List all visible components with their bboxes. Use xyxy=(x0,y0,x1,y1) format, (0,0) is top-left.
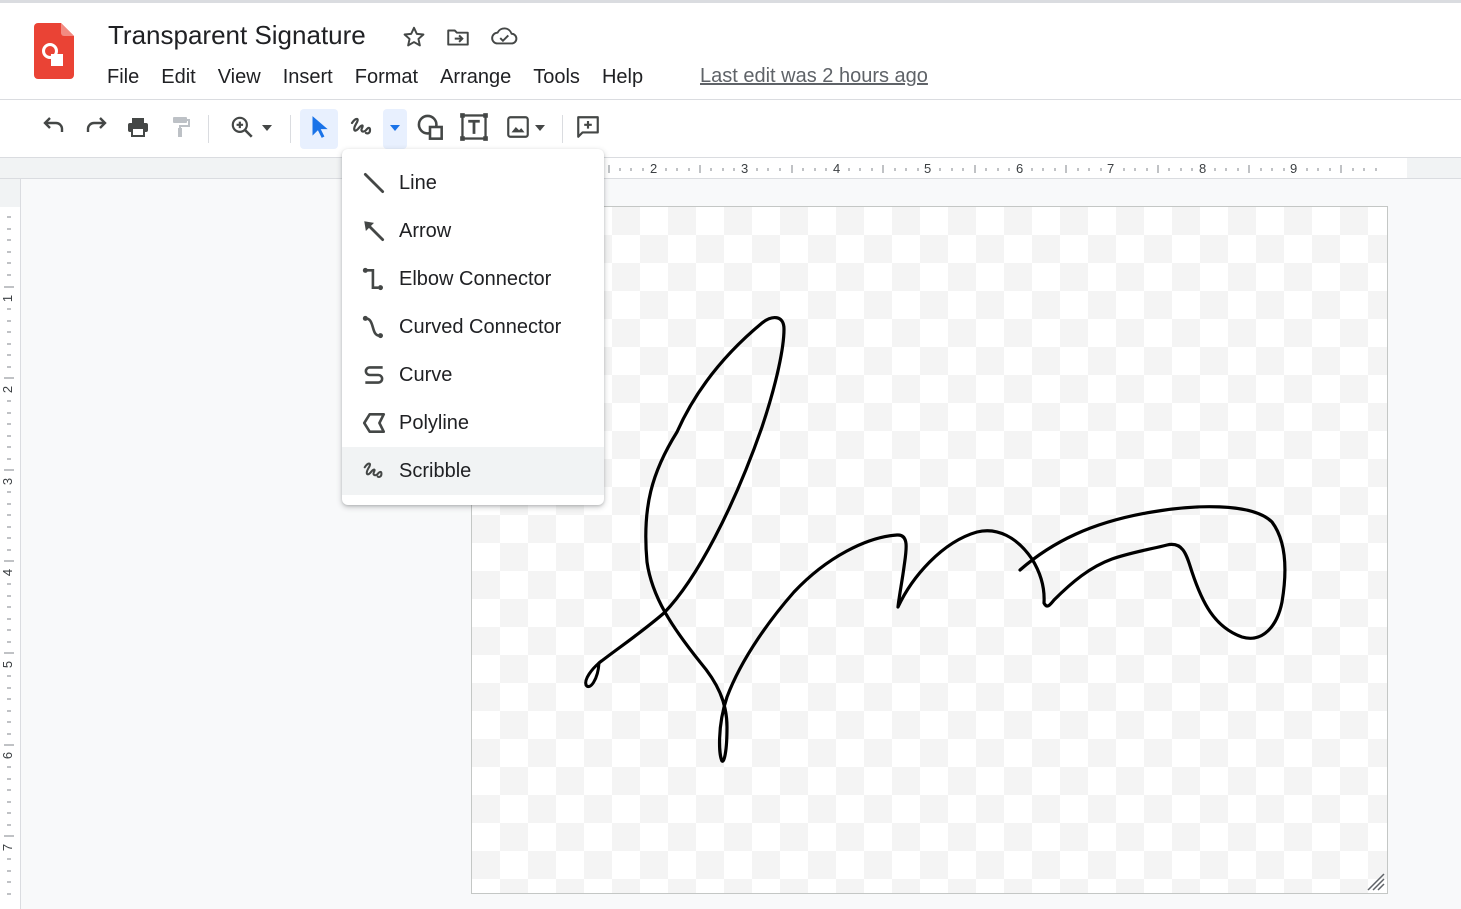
undo-button[interactable] xyxy=(36,109,72,149)
line-tool-button[interactable] xyxy=(342,109,382,149)
toolbar-separator xyxy=(290,115,291,143)
redo-button[interactable] xyxy=(78,109,114,149)
image-dropdown-icon xyxy=(533,120,547,138)
menu-item-label: Arrow xyxy=(399,219,452,242)
zoom-icon xyxy=(228,114,256,145)
star-icon[interactable] xyxy=(400,23,428,51)
shape-button[interactable] xyxy=(412,109,448,149)
menu-item-line[interactable]: Line xyxy=(342,159,604,207)
cloud-saved-icon[interactable] xyxy=(490,23,518,51)
text-box-icon xyxy=(459,112,489,147)
menu-view[interactable]: View xyxy=(207,66,272,89)
ruler-label: 9 xyxy=(1290,161,1298,176)
menu-bar: File Edit View Insert Format Arrange Too… xyxy=(96,63,654,91)
zoom-button[interactable] xyxy=(220,109,282,149)
add-comment-icon xyxy=(575,114,601,145)
line-tool-menu: Line Arrow Elbow Connector Curved Connec… xyxy=(342,149,604,505)
menu-item-curve[interactable]: Curve xyxy=(342,351,604,399)
menu-item-label: Line xyxy=(399,171,437,194)
ruler-label: 1 xyxy=(0,294,16,303)
ruler-label: 4 xyxy=(833,161,841,176)
menu-item-curved-connector[interactable]: Curved Connector xyxy=(342,303,604,351)
menu-item-polyline[interactable]: Polyline xyxy=(342,399,604,447)
menu-item-label: Curve xyxy=(399,363,453,386)
zoom-dropdown-icon xyxy=(260,120,274,138)
ruler-label: 6 xyxy=(1016,161,1024,176)
menu-insert[interactable]: Insert xyxy=(272,66,344,89)
toolbar-separator xyxy=(208,115,209,143)
arrow-icon xyxy=(360,217,388,245)
paint-format-icon xyxy=(168,115,192,144)
paint-format-button[interactable] xyxy=(162,109,198,149)
shape-icon xyxy=(416,113,444,146)
select-icon xyxy=(308,114,330,145)
drawings-logo-icon[interactable] xyxy=(34,23,74,79)
vertical-ruler[interactable]: 1 2 3 4 5 6 7 xyxy=(0,179,21,909)
scribble-icon xyxy=(348,115,376,144)
menu-item-arrow[interactable]: Arrow xyxy=(342,207,604,255)
line-icon xyxy=(360,169,388,197)
print-button[interactable] xyxy=(120,109,156,149)
menu-tools[interactable]: Tools xyxy=(522,66,591,89)
menu-item-scribble[interactable]: Scribble xyxy=(342,447,604,495)
move-to-folder-icon[interactable] xyxy=(444,23,472,51)
ruler-label: 2 xyxy=(0,385,16,394)
menu-arrange[interactable]: Arrange xyxy=(429,66,522,89)
ruler-label: 5 xyxy=(924,161,932,176)
document-title[interactable]: Transparent Signature xyxy=(108,20,366,51)
menu-item-label: Scribble xyxy=(399,459,472,482)
toolbar xyxy=(0,101,1461,157)
ruler-corner xyxy=(0,158,21,179)
ruler-label: 4 xyxy=(0,568,16,577)
line-tool-dropdown-button[interactable] xyxy=(383,109,407,149)
redo-icon xyxy=(83,115,109,144)
ruler-label: 5 xyxy=(0,660,16,669)
ruler-ticks xyxy=(4,216,14,895)
ruler-label: 8 xyxy=(1199,161,1207,176)
curve-icon xyxy=(360,361,388,389)
menu-item-label: Polyline xyxy=(399,411,470,434)
print-icon xyxy=(125,115,151,144)
add-comment-button[interactable] xyxy=(570,109,606,149)
polyline-icon xyxy=(360,409,388,437)
ruler-label: 6 xyxy=(0,751,16,760)
menu-item-elbow-connector[interactable]: Elbow Connector xyxy=(342,255,604,303)
text-box-button[interactable] xyxy=(456,109,492,149)
curved-connector-icon xyxy=(360,313,388,341)
ruler-label: 7 xyxy=(0,843,16,852)
horizontal-ruler[interactable]: 2 3 4 5 6 7 8 9 xyxy=(20,158,1461,179)
menu-edit[interactable]: Edit xyxy=(150,66,206,89)
toolbar-separator xyxy=(562,115,563,143)
header: Transparent Signature File Edit View Ins… xyxy=(0,3,1461,100)
undo-icon xyxy=(41,115,67,144)
scribble-signature[interactable] xyxy=(472,207,1389,895)
resize-handle-icon[interactable] xyxy=(1365,871,1385,891)
menu-item-label: Curved Connector xyxy=(399,315,562,338)
ruler-label: 7 xyxy=(1107,161,1115,176)
dropdown-arrow-icon xyxy=(388,120,402,138)
elbow-connector-icon xyxy=(360,265,388,293)
image-icon xyxy=(505,114,531,145)
ruler-label: 2 xyxy=(650,161,658,176)
image-button[interactable] xyxy=(500,109,552,149)
ruler-label: 3 xyxy=(741,161,749,176)
ruler-label: 3 xyxy=(0,477,16,486)
menu-file[interactable]: File xyxy=(96,66,150,89)
drawing-canvas[interactable] xyxy=(471,206,1388,894)
select-button[interactable] xyxy=(300,109,338,149)
menu-format[interactable]: Format xyxy=(344,66,429,89)
last-edit-link[interactable]: Last edit was 2 hours ago xyxy=(700,65,928,88)
scribble-icon xyxy=(360,457,388,485)
menu-help[interactable]: Help xyxy=(591,66,654,89)
menu-item-label: Elbow Connector xyxy=(399,267,552,290)
